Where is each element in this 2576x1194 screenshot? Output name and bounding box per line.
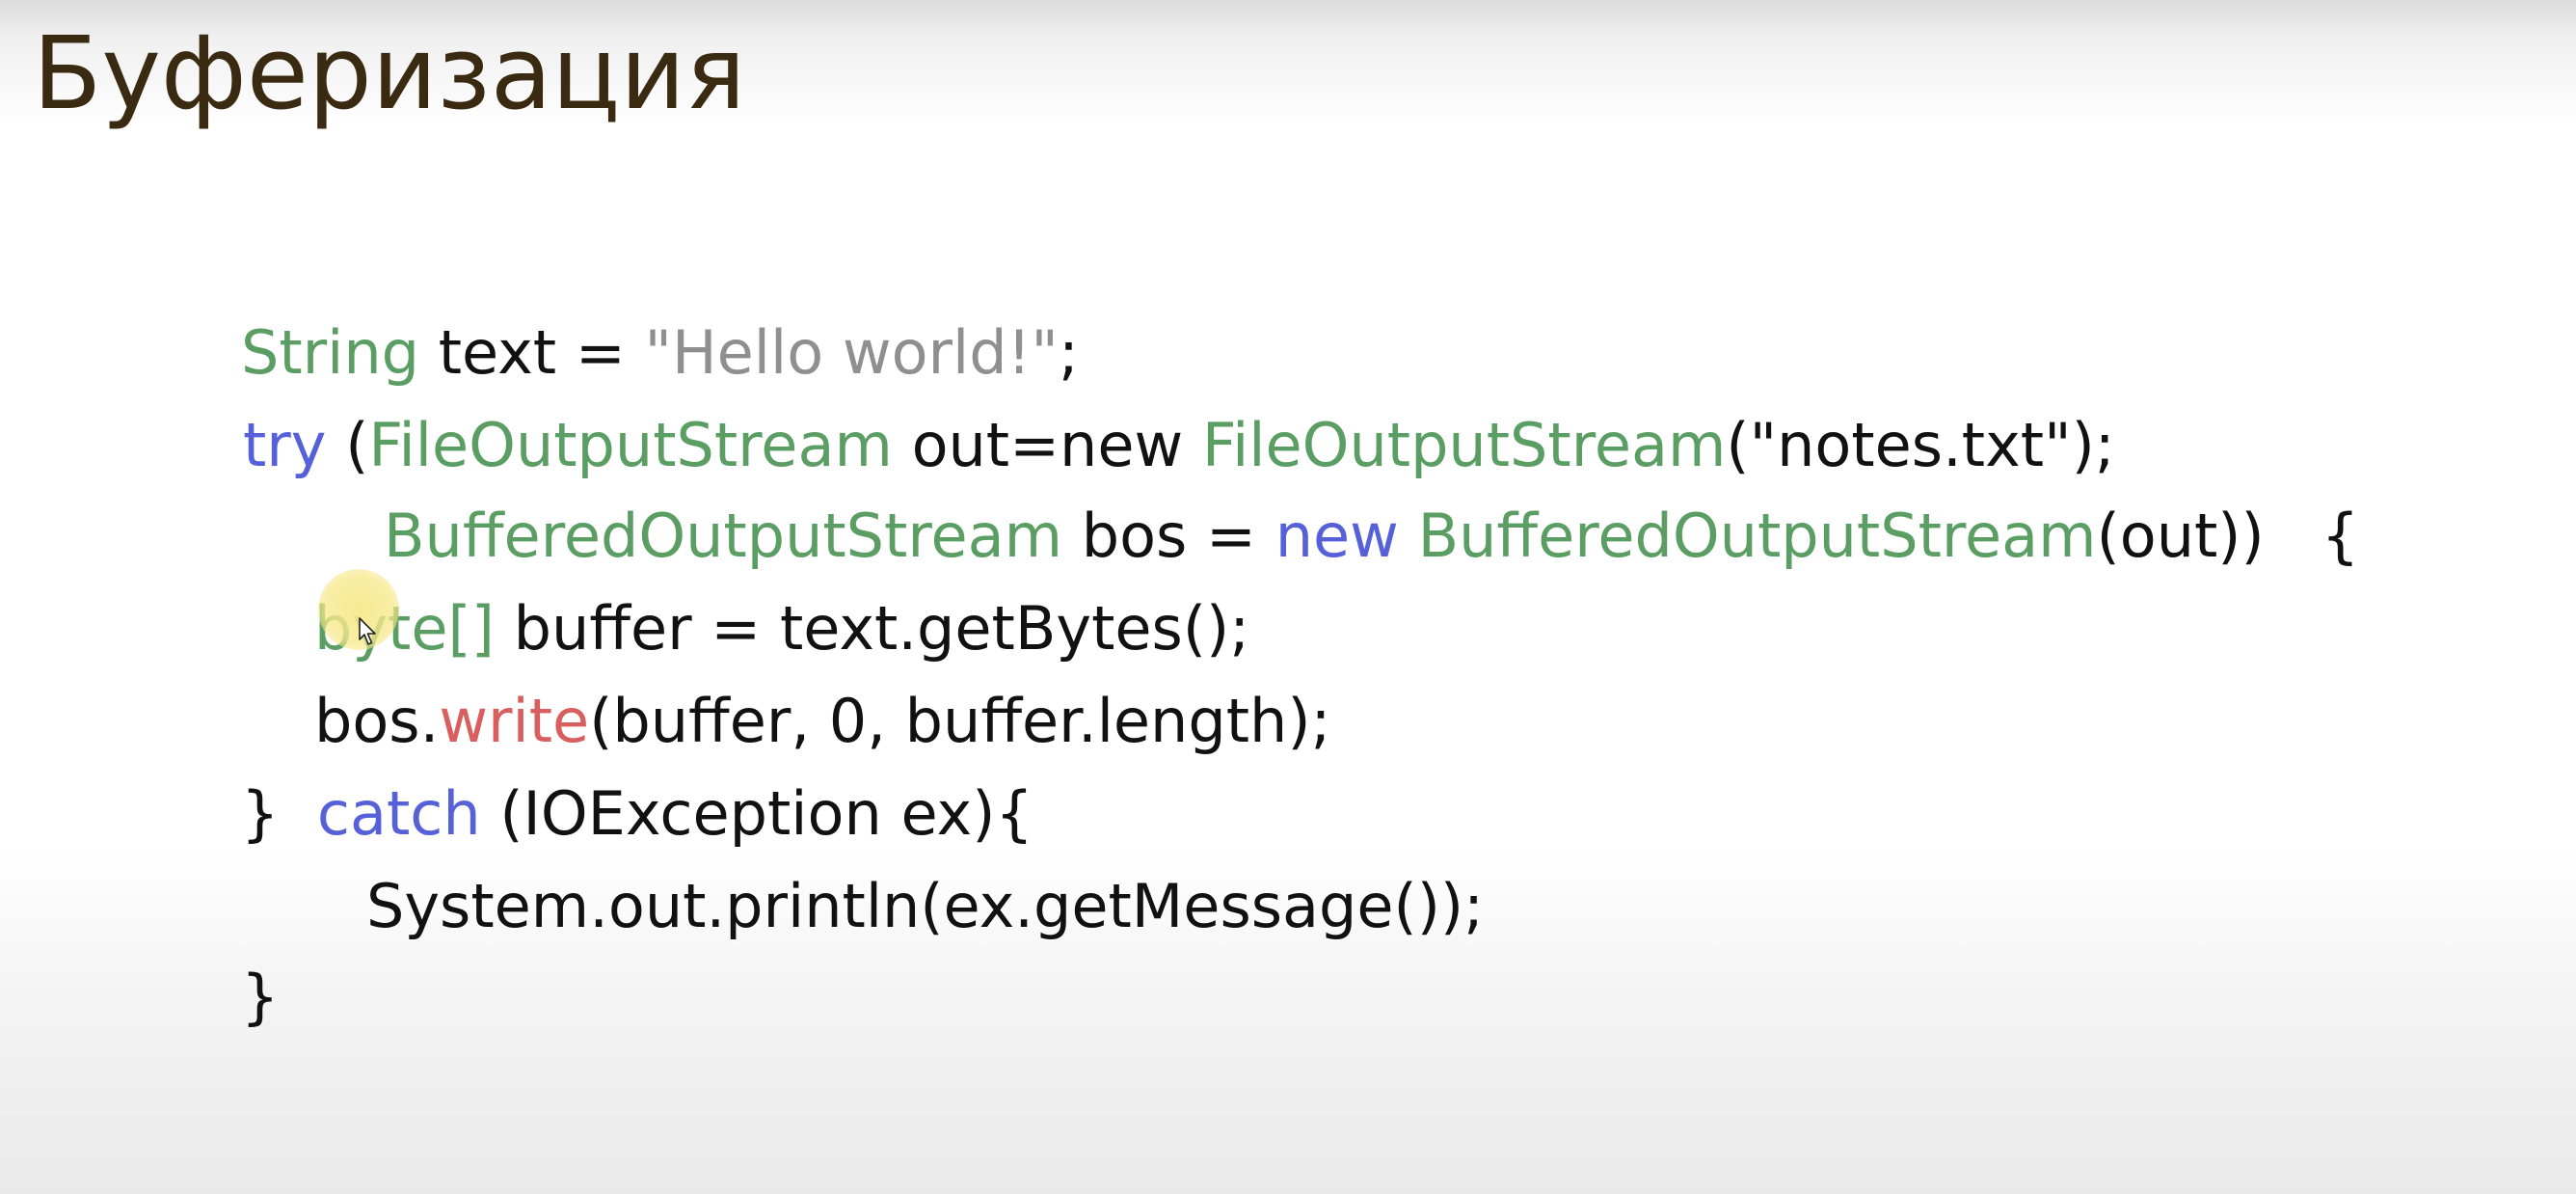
code-token-keyword: catch bbox=[316, 778, 481, 849]
code-token-keyword: new bbox=[1275, 501, 1399, 571]
code-line-1: String text = "Hello world!"; bbox=[241, 307, 1079, 399]
code-token-plain: out=new bbox=[892, 410, 1202, 480]
code-token-type: BufferedOutputStream bbox=[384, 501, 1063, 571]
code-token-plain: bos. bbox=[314, 686, 440, 756]
code-token-plain: (buffer, 0, buffer.length); bbox=[589, 686, 1331, 756]
code-block: String text = "Hello world!"; try (FileO… bbox=[0, 307, 2576, 1040]
code-token-plain: text = bbox=[419, 317, 645, 388]
code-line-3: BufferedOutputStream bos = new BufferedO… bbox=[384, 490, 2359, 583]
code-token-plain: ; bbox=[1058, 317, 1079, 388]
code-token-plain: } bbox=[241, 962, 280, 1032]
code-token-plain: bos = bbox=[1062, 501, 1275, 571]
code-token-plain: (IOException ex){ bbox=[480, 778, 1033, 849]
code-line-7: System.out.println(ex.getMessage()); bbox=[366, 860, 1484, 953]
code-token-plain: } bbox=[241, 778, 317, 849]
code-token-string: "Hello world!" bbox=[644, 317, 1059, 388]
code-line-5: bos.write(buffer, 0, buffer.length); bbox=[314, 675, 1330, 768]
code-line-6: } catch (IOException ex){ bbox=[241, 768, 1033, 860]
code-token-type: FileOutputStream bbox=[1201, 410, 1727, 480]
slide-title: Буферизация bbox=[33, 14, 746, 132]
code-token-type: String bbox=[241, 317, 420, 388]
code-token-plain: (out)) { bbox=[2096, 501, 2360, 571]
code-line-2: try (FileOutputStream out=new FileOutput… bbox=[243, 399, 2115, 492]
code-token-plain: buffer = text.getBytes(); bbox=[494, 593, 1250, 664]
code-token-type: BufferedOutputStream bbox=[1417, 501, 2097, 571]
code-line-8: } bbox=[241, 951, 279, 1044]
code-line-4: byte[] buffer = text.getBytes(); bbox=[314, 583, 1249, 675]
code-token-type: FileOutputStream bbox=[368, 410, 893, 480]
code-token-plain: System.out.println(ex.getMessage()); bbox=[366, 871, 1484, 941]
mouse-pointer-icon bbox=[359, 617, 376, 645]
code-token-keyword: try bbox=[243, 410, 327, 480]
code-token-plain: ("notes.txt"); bbox=[1726, 410, 2115, 480]
code-token-method: write bbox=[439, 686, 590, 756]
code-token-plain: ( bbox=[326, 410, 369, 480]
